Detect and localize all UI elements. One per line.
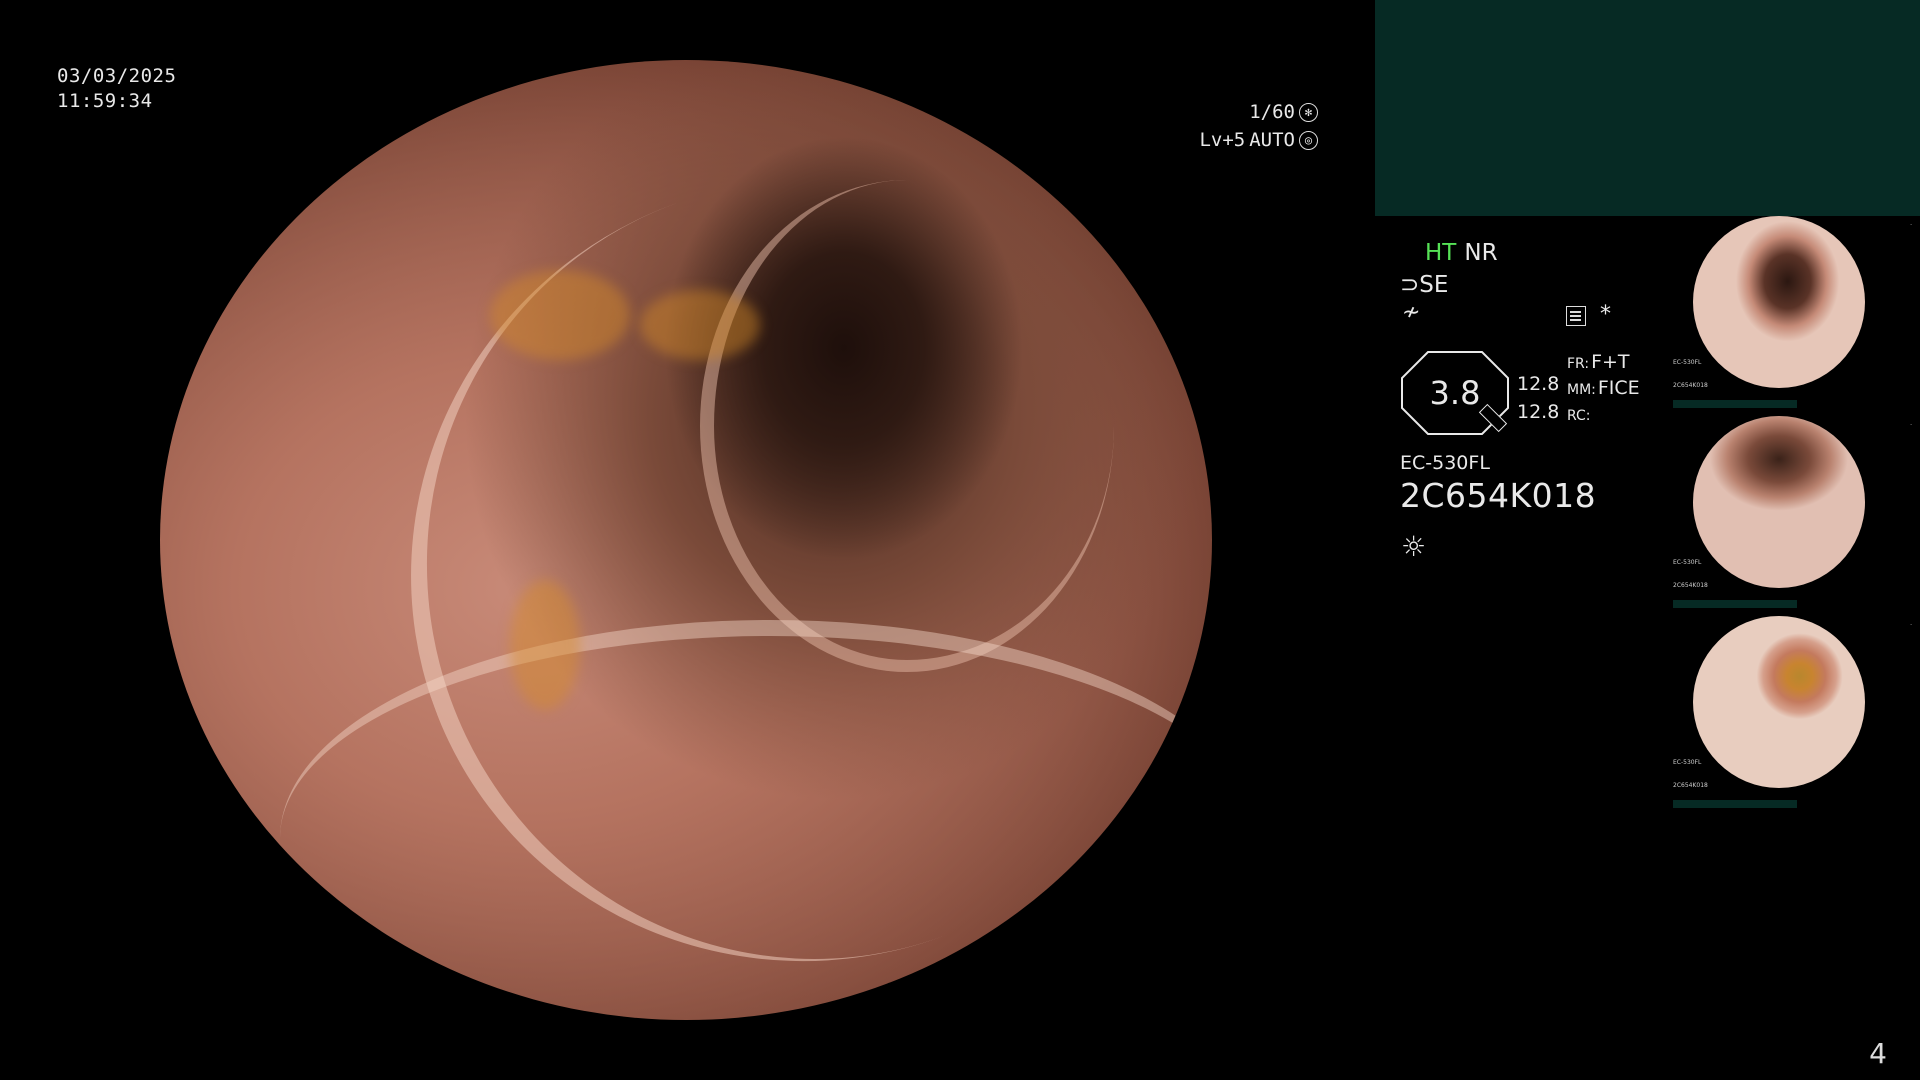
se-status: ⊃SE — [1400, 272, 1448, 298]
mucosal-fold — [280, 620, 1212, 1020]
thumbnail-serial: 2C654K018 — [1673, 582, 1708, 589]
mucosal-fold — [700, 180, 1114, 672]
parameter-values: 12.8 12.8 — [1517, 370, 1559, 426]
nr-indicator: NR — [1464, 240, 1498, 266]
mm-key: MM: — [1567, 382, 1596, 398]
zoom-gauge: 3.8 — [1400, 350, 1510, 436]
filter-icon: ≁ — [1402, 300, 1421, 325]
thumbnail-info: · — [1910, 622, 1912, 629]
star-indicator: * — [1600, 302, 1611, 327]
exposure-indicator: 1/60 ✻ Lv+5 AUTO ◎ — [1199, 98, 1318, 154]
fr-key: FR: — [1567, 356, 1590, 372]
info-panel-top — [1375, 0, 1920, 216]
thumbnail[interactable]: · EC-530FL 2C654K018 — [1670, 416, 1920, 614]
value-2: 12.8 — [1517, 401, 1560, 423]
thumbnail-serial: 2C654K018 — [1673, 782, 1708, 789]
light-icon: ☼ — [1401, 530, 1427, 563]
endoscope-view — [160, 60, 1212, 1020]
exposure-mode: AUTO — [1249, 129, 1295, 151]
thumbnail-image — [1693, 416, 1865, 588]
value-1: 12.8 — [1517, 373, 1560, 395]
iris-icon: ◎ — [1299, 130, 1318, 150]
thumbnail-image — [1693, 616, 1865, 788]
date-text: 03/03/2025 — [57, 65, 177, 87]
rc-row: RC: — [1567, 402, 1640, 428]
enhancement-status: HT NR — [1425, 240, 1498, 266]
timestamp: 03/03/2025 11:59:34 — [57, 64, 176, 114]
thumbnail-bar — [1673, 800, 1797, 808]
se-symbol: ⊃ — [1400, 272, 1420, 298]
scope-serial: 2C654K018 — [1400, 476, 1597, 515]
residue-spot — [640, 290, 760, 360]
thumbnail-model: EC-530FL — [1673, 359, 1702, 366]
residue-spot — [510, 580, 580, 710]
mm-value: FICE — [1597, 377, 1640, 399]
ht-indicator: HT — [1425, 240, 1457, 266]
residue-spot — [490, 270, 630, 360]
thumbnail-info: · — [1910, 422, 1912, 429]
thumbnail-info: · — [1910, 222, 1912, 229]
se-indicator: SE — [1419, 272, 1449, 298]
thumbnail-serial: 2C654K018 — [1673, 382, 1708, 389]
thumbnail-image — [1693, 216, 1865, 388]
rc-key: RC: — [1567, 408, 1591, 424]
exposure-level: Lv+5 — [1199, 129, 1246, 151]
page-number: 4 — [1869, 1037, 1887, 1070]
fr-row: FR: F+T — [1567, 350, 1640, 376]
mode-codes: FR: F+T MM: FICE RC: — [1567, 350, 1640, 428]
fr-value: F+T — [1591, 351, 1630, 373]
thumbnail[interactable]: · EC-530FL 2C654K018 — [1670, 616, 1920, 814]
thumbnail-bar — [1673, 400, 1797, 408]
thumbnail-bar — [1673, 600, 1797, 608]
thumbnail[interactable]: · EC-530FL 2C654K018 — [1670, 216, 1920, 414]
thumbnail-model: EC-530FL — [1673, 559, 1702, 566]
aperture-icon: ✻ — [1299, 102, 1318, 122]
scope-model: EC-530FL — [1400, 452, 1490, 474]
mm-row: MM: FICE — [1567, 376, 1640, 402]
thumbnail-model: EC-530FL — [1673, 759, 1702, 766]
time-text: 11:59:34 — [57, 90, 153, 112]
menu-icon — [1566, 306, 1586, 326]
shutter-speed: 1/60 — [1249, 101, 1295, 123]
